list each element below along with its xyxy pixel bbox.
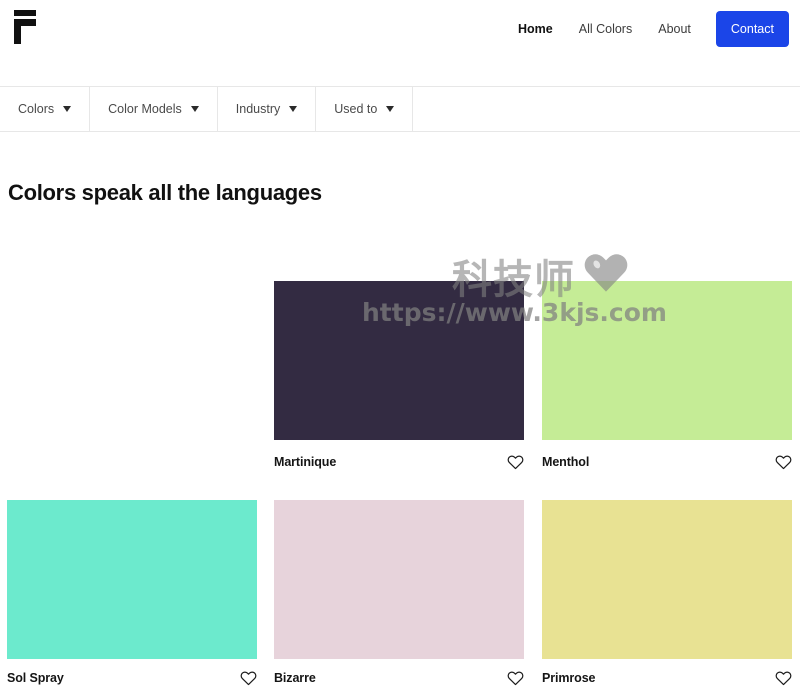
filter-used-to[interactable]: Used to [316,87,414,131]
color-card-footer-martinique: Martinique [274,454,524,470]
filter-used-to-label: Used to [334,102,378,116]
page-title: Colors speak all the languages [8,180,322,205]
color-name-primrose: Primrose [542,671,596,685]
filter-industry-label: Industry [235,102,281,116]
chevron-down-icon [289,106,298,112]
color-name-martinique: Martinique [274,455,337,469]
color-card-sol-spray[interactable] [7,500,257,659]
color-name-menthol: Menthol [542,455,590,469]
color-swatch-martinique[interactable] [274,281,524,440]
filter-color-models[interactable]: Color Models [90,87,218,131]
filter-colors-label: Colors [18,102,55,116]
logo-top-bar [14,10,36,16]
filter-bar: Colors Color Models Industry Used to [0,86,800,132]
color-swatch-primrose[interactable] [542,500,792,659]
color-card-martinique[interactable] [274,281,524,440]
chevron-down-icon [190,106,199,112]
color-swatch-sol-spray[interactable] [7,500,257,659]
color-swatch-menthol[interactable] [542,281,792,440]
color-card-bizarre[interactable] [274,500,524,659]
main-navigation: Home All Colors About Contact [505,11,789,47]
logo-f-mark[interactable] [12,10,42,44]
favorite-heart-icon[interactable] [775,454,792,470]
nav-link-all-colors[interactable]: All Colors [566,11,646,47]
color-name-sol-spray: Sol Spray [7,671,64,685]
favorite-heart-icon[interactable] [507,670,524,686]
logo-gamma-vertical [14,19,21,44]
favorite-heart-icon[interactable] [507,454,524,470]
favorite-heart-icon[interactable] [775,670,792,686]
filter-industry[interactable]: Industry [218,87,317,131]
color-card-menthol[interactable] [542,281,792,440]
nav-link-home[interactable]: Home [505,11,566,47]
color-card-footer-sol-spray: Sol Spray [7,670,257,686]
filter-color-models-label: Color Models [108,102,182,116]
nav-link-about[interactable]: About [645,11,704,47]
color-card-footer-bizarre: Bizarre [274,670,524,686]
chevron-down-icon [63,106,72,112]
color-card-footer-primrose: Primrose [542,670,792,686]
color-name-bizarre: Bizarre [274,671,316,685]
filter-colors[interactable]: Colors [0,87,91,131]
favorite-heart-icon[interactable] [240,670,257,686]
color-card-primrose[interactable] [542,500,792,659]
page-root: Home All Colors About Contact Colors Col… [0,0,800,697]
site-header: Home All Colors About Contact [0,0,800,86]
chevron-down-icon [386,106,395,112]
color-swatch-bizarre[interactable] [274,500,524,659]
color-card-footer-menthol: Menthol [542,454,792,470]
contact-button[interactable]: Contact [715,11,789,47]
